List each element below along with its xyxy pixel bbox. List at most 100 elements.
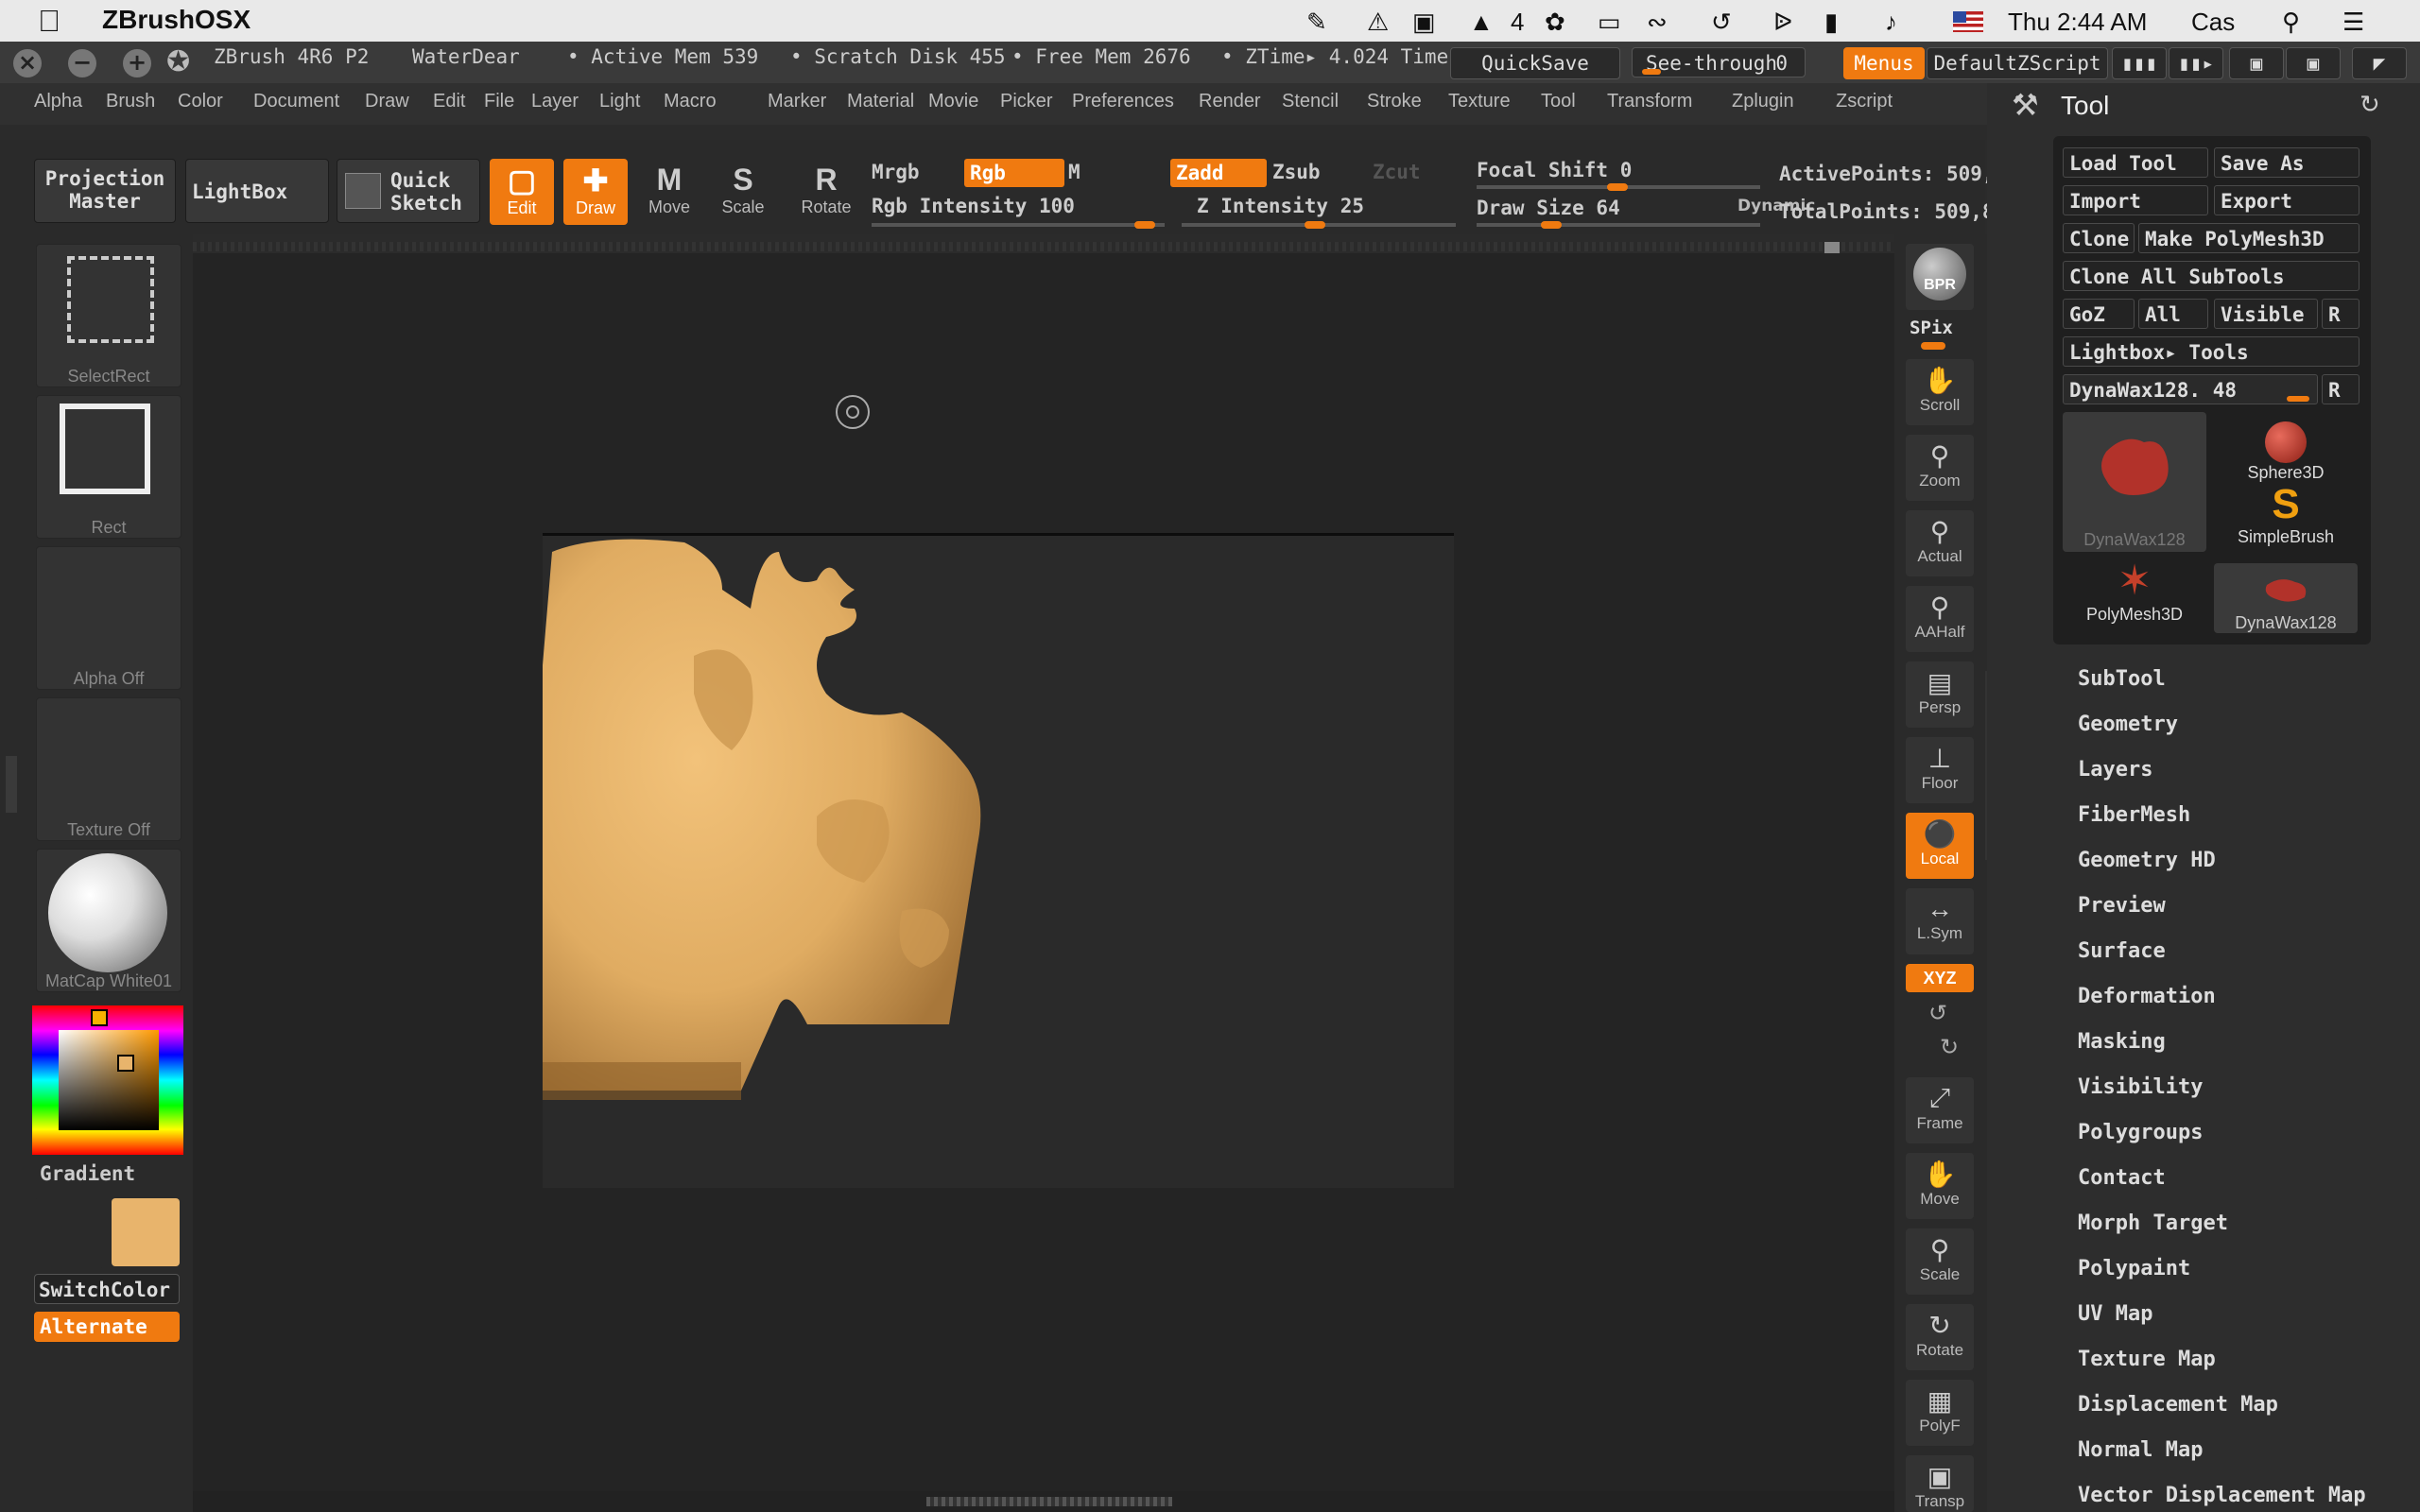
alpha-slot[interactable]: Alpha Off: [36, 546, 182, 690]
current-tool-r-button[interactable]: R: [2322, 374, 2360, 404]
notification-icon[interactable]: ⚠: [1367, 8, 1389, 37]
menu-zplugin[interactable]: Zplugin: [1732, 91, 1794, 112]
goz-r-button[interactable]: R: [2322, 299, 2360, 329]
volume-icon[interactable]: ♪: [1885, 8, 1897, 37]
hue-marker[interactable]: [91, 1009, 108, 1026]
subpalette-masking[interactable]: Masking: [2078, 1030, 2166, 1054]
subpalette-uv-map[interactable]: UV Map: [2078, 1302, 2152, 1326]
adobe-icon[interactable]: ▲: [1469, 8, 1494, 37]
goz-button[interactable]: GoZ: [2063, 299, 2135, 329]
seethrough-slider[interactable]: See-through 0: [1632, 47, 1806, 77]
tool-pin-icon[interactable]: ⚒: [2012, 87, 2039, 123]
subpalette-deformation[interactable]: Deformation: [2078, 985, 2216, 1008]
goz-visible-button[interactable]: Visible: [2214, 299, 2318, 329]
menus-button[interactable]: Menus: [1843, 47, 1925, 79]
zadd-button[interactable]: Zadd: [1170, 159, 1267, 187]
draw-size-slider[interactable]: [1477, 223, 1760, 227]
menu-stencil[interactable]: Stencil: [1282, 91, 1339, 112]
floor-button[interactable]: ⊥ Floor: [1906, 737, 1974, 803]
airplay-icon[interactable]: ▭: [1598, 8, 1621, 37]
draw-size-knob[interactable]: [1541, 221, 1562, 229]
battery-icon[interactable]: ▮: [1824, 8, 1838, 37]
scale-button[interactable]: S Scale: [711, 159, 775, 225]
rect-slot[interactable]: Rect: [36, 395, 182, 539]
layout-icon-1[interactable]: ▮▮▮: [2112, 47, 2167, 79]
matcap-slot[interactable]: MatCap White01: [36, 849, 182, 992]
menu-stroke[interactable]: Stroke: [1367, 91, 1422, 112]
texture-slot[interactable]: Texture Off: [36, 697, 182, 841]
bluetooth-icon[interactable]: ᐉ: [1773, 8, 1792, 37]
wifi-icon[interactable]: ∾: [1647, 8, 1668, 37]
clone-button[interactable]: Clone: [2063, 223, 2135, 253]
search-icon[interactable]: ⚲: [2282, 8, 2300, 37]
lightbox-button[interactable]: LightBox: [185, 159, 329, 223]
tool-title[interactable]: Tool: [2061, 91, 2109, 121]
zcut-button[interactable]: Zcut: [1373, 161, 1421, 183]
flag-icon[interactable]: [1953, 11, 1983, 32]
clone-all-subtools-button[interactable]: Clone All SubTools: [2063, 261, 2360, 291]
layout-icon-2[interactable]: ▮▮▸: [2169, 47, 2223, 79]
app-name[interactable]: ZBrushOSX: [102, 5, 251, 35]
menu-document[interactable]: Document: [253, 91, 339, 112]
menu-material[interactable]: Material: [847, 91, 914, 112]
shelf-rotate-button[interactable]: ↻ Rotate: [1906, 1304, 1974, 1370]
make-polymesh-button[interactable]: Make PolyMesh3D: [2138, 223, 2360, 253]
save-as-button[interactable]: Save As: [2214, 147, 2360, 178]
shelf-scale-button[interactable]: ⚲ Scale: [1906, 1228, 1974, 1295]
menu-picker[interactable]: Picker: [1000, 91, 1053, 112]
menu-render[interactable]: Render: [1199, 91, 1261, 112]
draw-button[interactable]: ✚ Draw: [563, 159, 628, 225]
lightbox-tools-button[interactable]: Lightbox▸ Tools: [2063, 336, 2360, 367]
local-button[interactable]: ⚫ Local: [1906, 813, 1974, 879]
color-picker[interactable]: [32, 1005, 183, 1155]
reset-icon[interactable]: ↻: [2360, 91, 2380, 119]
rotate-y-icon[interactable]: ↺: [1928, 1000, 1947, 1026]
sv-marker[interactable]: [117, 1055, 134, 1072]
current-tool-slider[interactable]: DynaWax128. 48: [2063, 374, 2318, 404]
menu-file[interactable]: File: [484, 91, 514, 112]
tool-thumb-dynawax-active[interactable]: DynaWax128: [2063, 412, 2206, 552]
load-tool-button[interactable]: Load Tool: [2063, 147, 2208, 178]
tool-thumb-dynawax-small[interactable]: DynaWax128: [2214, 563, 2358, 633]
shelf-move-button[interactable]: ✋ Move: [1906, 1153, 1974, 1219]
spix-label[interactable]: SPix: [1910, 318, 1953, 338]
persp-button[interactable]: ▤ Persp: [1906, 662, 1974, 728]
apple-icon[interactable]: : [38, 4, 60, 39]
menu-tool[interactable]: Tool: [1541, 91, 1576, 112]
gradient-label[interactable]: Gradient: [40, 1162, 135, 1185]
move-button[interactable]: M Move: [637, 159, 701, 225]
zsub-button[interactable]: Zsub: [1272, 161, 1321, 183]
rgb-intensity-slider[interactable]: [872, 223, 1165, 227]
rotate-z-icon[interactable]: ↻: [1940, 1034, 1959, 1060]
subpalette-subtool[interactable]: SubTool: [2078, 667, 2166, 691]
frame-button[interactable]: ⤢ Frame: [1906, 1077, 1974, 1143]
ui-icon-1[interactable]: ▣: [2229, 47, 2284, 79]
import-button[interactable]: Import: [2063, 185, 2208, 215]
alternate-button[interactable]: Alternate: [34, 1312, 180, 1342]
color-square[interactable]: [59, 1030, 159, 1130]
clock[interactable]: Thu 2:44 AM: [2008, 8, 2147, 37]
tool-thumb-simplebrush[interactable]: S SimpleBrush: [2214, 482, 2358, 558]
default-zscript-button[interactable]: DefaultZScript: [1927, 47, 2108, 79]
left-collapse-handle[interactable]: [6, 756, 17, 813]
list-icon[interactable]: ☰: [2342, 8, 2364, 37]
subpalette-surface[interactable]: Surface: [2078, 939, 2166, 963]
main-color-swatch[interactable]: [112, 1198, 180, 1266]
aahalf-button[interactable]: ⚲ AAHalf: [1906, 586, 1974, 652]
ui-icon-2[interactable]: ▣: [2286, 47, 2341, 79]
close-icon[interactable]: ×: [13, 49, 42, 77]
polyf-button[interactable]: ▦ PolyF: [1906, 1380, 1974, 1446]
menu-light[interactable]: Light: [599, 91, 640, 112]
menu-transform[interactable]: Transform: [1607, 91, 1692, 112]
quick-sketch-button[interactable]: Quick Sketch: [337, 159, 480, 223]
zoom-button[interactable]: ⚲ Zoom: [1906, 435, 1974, 501]
subpalette-preview[interactable]: Preview: [2078, 894, 2166, 918]
transp-button[interactable]: ▣ Transp: [1906, 1455, 1974, 1512]
menu-color[interactable]: Color: [178, 91, 223, 112]
lock-icon[interactable]: ◤: [2352, 47, 2407, 79]
rgb-button[interactable]: Rgb: [964, 159, 1064, 187]
timemachine-icon[interactable]: ↺: [1711, 8, 1732, 37]
focal-shift-knob[interactable]: [1607, 183, 1628, 191]
quicksave-button[interactable]: QuickSave: [1450, 47, 1620, 79]
sculpt-model[interactable]: [543, 533, 1299, 1100]
